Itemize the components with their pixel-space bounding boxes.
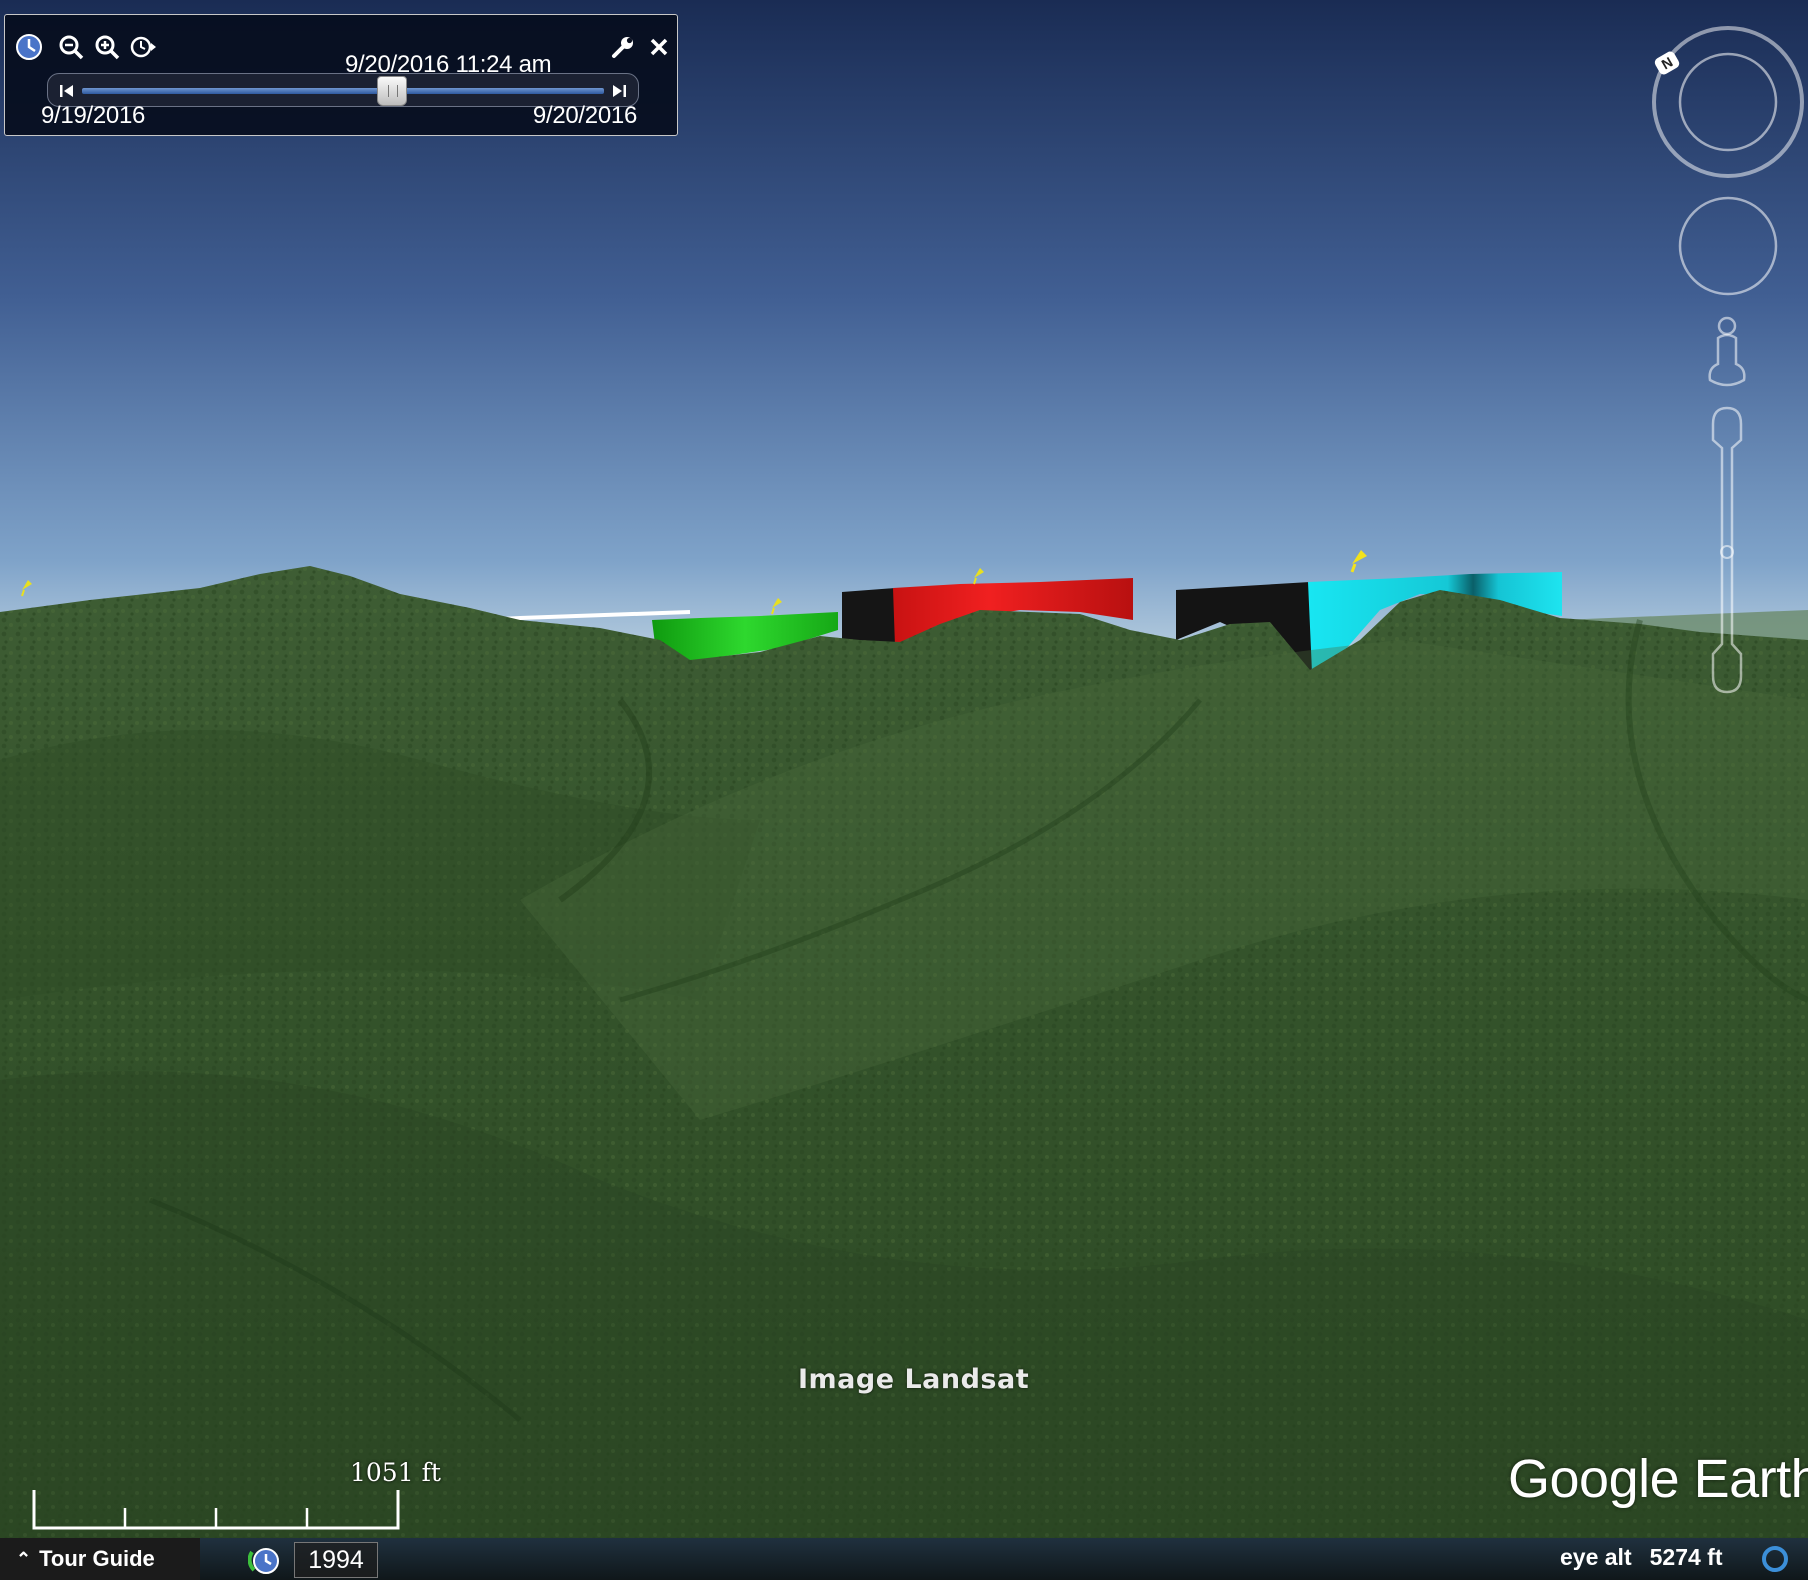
eye-alt-value: 5274 ft (1649, 1544, 1723, 1570)
streaming-status-icon (1762, 1546, 1788, 1572)
step-forward-icon[interactable] (610, 82, 628, 100)
tour-guide-button[interactable]: ⌃ Tour Guide (0, 1538, 200, 1580)
time-slider-bar (82, 88, 604, 94)
step-back-icon[interactable] (58, 82, 76, 100)
time-slider-end-date: 9/20/2016 (532, 102, 637, 129)
zoom-in-icon[interactable] (93, 33, 121, 61)
history-icon[interactable] (129, 33, 157, 61)
scale-label: 1051 ft (350, 1458, 441, 1487)
eye-altitude: eye alt 5274 ft (1560, 1544, 1722, 1571)
north-icon[interactable]: N (1652, 48, 1682, 78)
eye-alt-label: eye alt (1560, 1544, 1632, 1570)
look-around-ring[interactable] (1648, 22, 1808, 182)
close-icon[interactable] (645, 33, 673, 61)
historical-imagery-icon[interactable] (248, 1546, 282, 1576)
imagery-year: 1994 (294, 1542, 378, 1578)
zoom-out-icon[interactable] (57, 33, 85, 61)
status-bar: ⌃ Tour Guide 1994 eye alt 5274 ft (0, 1538, 1808, 1580)
tour-guide-label: Tour Guide (39, 1546, 155, 1571)
map-3d-view[interactable] (0, 0, 1808, 1580)
track-wall-shadow-red (842, 588, 895, 646)
time-slider-panel: 9/20/2016 11:24 am 9/19/2016 9/20/2016 (4, 14, 678, 136)
time-slider-start-date: 9/19/2016 (41, 102, 146, 129)
scale-bar (32, 1490, 400, 1530)
time-slider-thumb[interactable] (377, 76, 408, 106)
chevron-up-icon: ⌃ (16, 1548, 32, 1569)
google-earth-logo: Google Earth (1508, 1449, 1808, 1509)
wrench-icon[interactable] (609, 33, 637, 61)
clock-icon[interactable] (15, 33, 43, 61)
move-joystick[interactable] (1676, 194, 1780, 298)
pegman-icon[interactable] (1702, 314, 1752, 392)
zoom-slider[interactable] (1706, 404, 1748, 696)
imagery-credit: Image Landsat (798, 1364, 1030, 1395)
